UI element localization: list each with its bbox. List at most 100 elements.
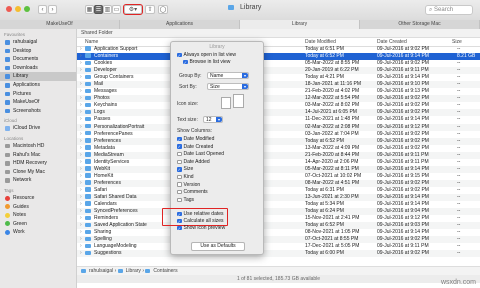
table-row[interactable]: › MediaStream 21-Feb-2020 at 8:44 PM 09-Jul… (77, 151, 480, 159)
sidebar-item-location[interactable]: Network (0, 176, 76, 185)
folder-icon (85, 46, 91, 51)
back-button[interactable]: ‹ (38, 5, 47, 14)
sidebar-item-icloud[interactable]: iCloud Drive (0, 124, 76, 133)
table-row[interactable]: › Mail 18-Jan-2021 at 11:16 PM 09-Jul-2016 … (77, 81, 480, 89)
close-window-button[interactable] (6, 6, 12, 12)
show-column-checkbox[interactable]: ✓ Date Modified (177, 136, 214, 142)
date-created-cell: 09-Jul-2016 at 9:10 PM (377, 81, 429, 88)
sidebar-item-location[interactable]: Clone My Mac (0, 168, 76, 177)
text-size-select[interactable]: 12 ▾ (203, 116, 223, 123)
show-column-checkbox[interactable]: Kind (177, 174, 194, 180)
search-field[interactable]: ⌕ Search (425, 5, 473, 15)
path-segment[interactable]: rahulsaigal (89, 268, 113, 274)
table-row[interactable]: › Logs 14-Jul-2021 at 6:05 PM 09-Jul-2016 a… (77, 109, 480, 117)
table-row[interactable]: › PersonalizationPortrait 02-Mar-2022 at 2… (77, 123, 480, 131)
show-column-checkbox[interactable]: Comments (177, 189, 208, 195)
sidebar-item-tag[interactable]: Resource (0, 194, 76, 203)
tags-button[interactable]: ◯ (158, 5, 168, 14)
show-column-checkbox[interactable]: Date Last Opened (177, 151, 224, 157)
table-row[interactable]: › Safari Shared Data 13-Jun-2021 at 2:30 P… (77, 193, 480, 202)
share-button[interactable]: ⇧ (145, 5, 155, 14)
column-created-header[interactable]: Date Created (377, 38, 407, 46)
sidebar-item-tag[interactable]: Green (0, 220, 76, 229)
window-toolbar: ‹ › ▦ ☰ ▥ ▭ ⚙▾ ⇧ ◯ Library ⌕ Search (0, 0, 480, 21)
tab-2[interactable]: Library (240, 20, 360, 29)
zoom-window-button[interactable] (24, 6, 30, 12)
sidebar-item-location[interactable]: Rahul's Mac (0, 151, 76, 160)
sidebar-item-tag[interactable]: Guides (0, 203, 76, 212)
table-row[interactable]: › Group Containers Today at 4:21 PM 09-Jul-… (77, 74, 480, 81)
show-column-checkbox[interactable]: Version (177, 182, 200, 188)
group-by-select[interactable]: Name ▾ (207, 72, 249, 79)
list-view-button[interactable]: ☰ (94, 5, 103, 14)
table-row[interactable]: › Developer 20-Jan-2019 at 6:22 PM 09-Jul-2… (77, 67, 480, 75)
sidebar-item-favourite[interactable]: Downloads (0, 64, 76, 73)
table-row[interactable]: › Saved Application State Today at 6:52 PM… (77, 222, 480, 230)
sidebar-item-favourite[interactable]: Pictures (0, 90, 76, 99)
table-row[interactable]: › LanguageModeling 17-Dec-2021 at 5:05 PM 0… (77, 243, 480, 250)
sidebar-item-favourite[interactable]: Applications (0, 81, 76, 90)
sidebar-item-location[interactable]: Macintosh HD (0, 142, 76, 151)
column-view-button[interactable]: ▥ (103, 5, 112, 14)
use-as-defaults-button[interactable]: Use as Defaults (191, 242, 245, 251)
action-menu-button[interactable]: ⚙▾ (123, 4, 143, 15)
table-row[interactable]: › Passes 11-Dec-2021 at 1:48 PM 09-Jul-2016… (77, 116, 480, 123)
sidebar-item-tag[interactable]: Notes (0, 211, 76, 220)
show-column-checkbox[interactable]: Tags (177, 197, 194, 203)
show-column-checkbox[interactable]: Date Added (177, 159, 210, 165)
table-row[interactable]: › SyncedPreferences Today at 6:24 PM 09-Jul… (77, 208, 480, 216)
tab-0[interactable]: MakeUseOf (0, 20, 120, 29)
sidebar-item-tag[interactable]: Work (0, 228, 76, 237)
table-row[interactable]: › PreferencePanes 03-Jan-2022 at 7:04 PM 09… (77, 131, 480, 138)
show-column-checkbox[interactable]: ✓ Date Created (177, 144, 213, 150)
sidebar-item-location[interactable]: HDM Recovery (0, 159, 76, 168)
table-row[interactable]: › Cookies 05-Mar-2022 at 8:55 PM 09-Jul-201… (77, 60, 480, 67)
date-created-cell: 09-Jul-2016 at 9:14 PM (377, 201, 429, 208)
always-open-list-checkbox[interactable]: ✓ Always open in list view (177, 52, 236, 58)
sidebar-item-favourite[interactable]: Library (0, 72, 76, 81)
folder-icon (5, 178, 10, 183)
watermark: wsxdn.com (440, 279, 476, 286)
table-row[interactable]: › Keychains 03-Mar-2022 at 8:02 PM 09-Jul-2… (77, 102, 480, 109)
browse-list-checkbox[interactable]: ✓ Browse in list view (183, 59, 230, 65)
path-segment[interactable]: Containers (153, 268, 177, 274)
table-row[interactable]: › Metadata 13-Mar-2022 at 4:09 PM 09-Jul-20… (77, 145, 480, 152)
size-cell: -- (457, 74, 461, 81)
table-row[interactable]: › HomeKit 07-Oct-2021 at 10:02 PM 09-Jul-20… (77, 173, 480, 180)
table-row[interactable]: › Suggestions Today at 6:00 PM 09-Jul-2016 … (77, 250, 480, 258)
table-row[interactable]: › Photos 12-Mar-2022 at 5:54 PM 09-Jul-2016… (77, 95, 480, 103)
forward-button[interactable]: › (48, 5, 57, 14)
column-size-header[interactable]: Size (452, 38, 462, 46)
sidebar-item-favourite[interactable]: Screenshots (0, 107, 76, 116)
show-icon-preview-checkbox[interactable]: ✓ Show icon preview (177, 225, 225, 231)
size-cell: -- (457, 102, 461, 109)
table-row[interactable]: › Preferences 08-Mar-2022 at 4:51 PM 09-Jul… (77, 179, 480, 187)
column-name-header[interactable]: Name (85, 38, 98, 46)
checkmark-icon (177, 189, 182, 195)
icon-view-button[interactable]: ▦ (85, 5, 94, 14)
sidebar-item-favourite[interactable]: Desktop (0, 47, 76, 56)
table-row[interactable]: › Safari Today at 6:31 PM 09-Jul-2016 at 9:… (77, 187, 480, 194)
table-row[interactable]: › Spelling 07-Oct-2021 at 8:55 PM 09-Jul-20… (77, 236, 480, 244)
sidebar-item-favourite[interactable]: rahulsaigal (0, 38, 76, 47)
table-row[interactable]: › WebKit 05-Mar-2022 at 8:11 PM 09-Jul-2016… (77, 165, 480, 173)
table-row[interactable]: › Messages 21-Feb-2020 at 4:02 PM 09-Jul-20… (77, 88, 480, 95)
show-column-checkbox[interactable]: ✓ Size (177, 166, 193, 172)
table-row[interactable]: › Calendars Today at 5:34 PM 09-Jul-2016 at… (77, 201, 480, 208)
table-row[interactable]: › IdentityServices 14-Apr-2020 at 2:06 PM 0… (77, 159, 480, 166)
tab-3[interactable]: Other Storage Mac (360, 20, 480, 29)
table-row[interactable]: › Sharing 08-Nov-2021 at 1:05 PM 09-Jul-201… (77, 229, 480, 236)
sidebar-item-label: Desktop (13, 47, 32, 54)
column-modified-header[interactable]: Date Modified (305, 38, 336, 46)
path-segment[interactable]: Library (126, 268, 141, 274)
table-row[interactable]: › Reminders 15-Nov-2021 at 2:41 PM 09-Jul-2… (77, 215, 480, 222)
minimize-window-button[interactable] (15, 6, 21, 12)
table-row[interactable]: › Containers Today at 6:52 PM 09-Jul-2016 a… (77, 53, 480, 61)
table-row[interactable]: › Preferences Today at 6:52 PM 09-Jul-2016 … (77, 137, 480, 145)
sort-by-select[interactable]: Size ▾ (207, 83, 249, 90)
table-row[interactable]: › Application Support Today at 6:51 PM 09-J… (77, 46, 480, 53)
gallery-view-button[interactable]: ▭ (112, 5, 121, 14)
sidebar-item-favourite[interactable]: MakeUseOf (0, 98, 76, 107)
tab-1[interactable]: Applications (120, 20, 240, 29)
sidebar-item-favourite[interactable]: Documents (0, 55, 76, 64)
